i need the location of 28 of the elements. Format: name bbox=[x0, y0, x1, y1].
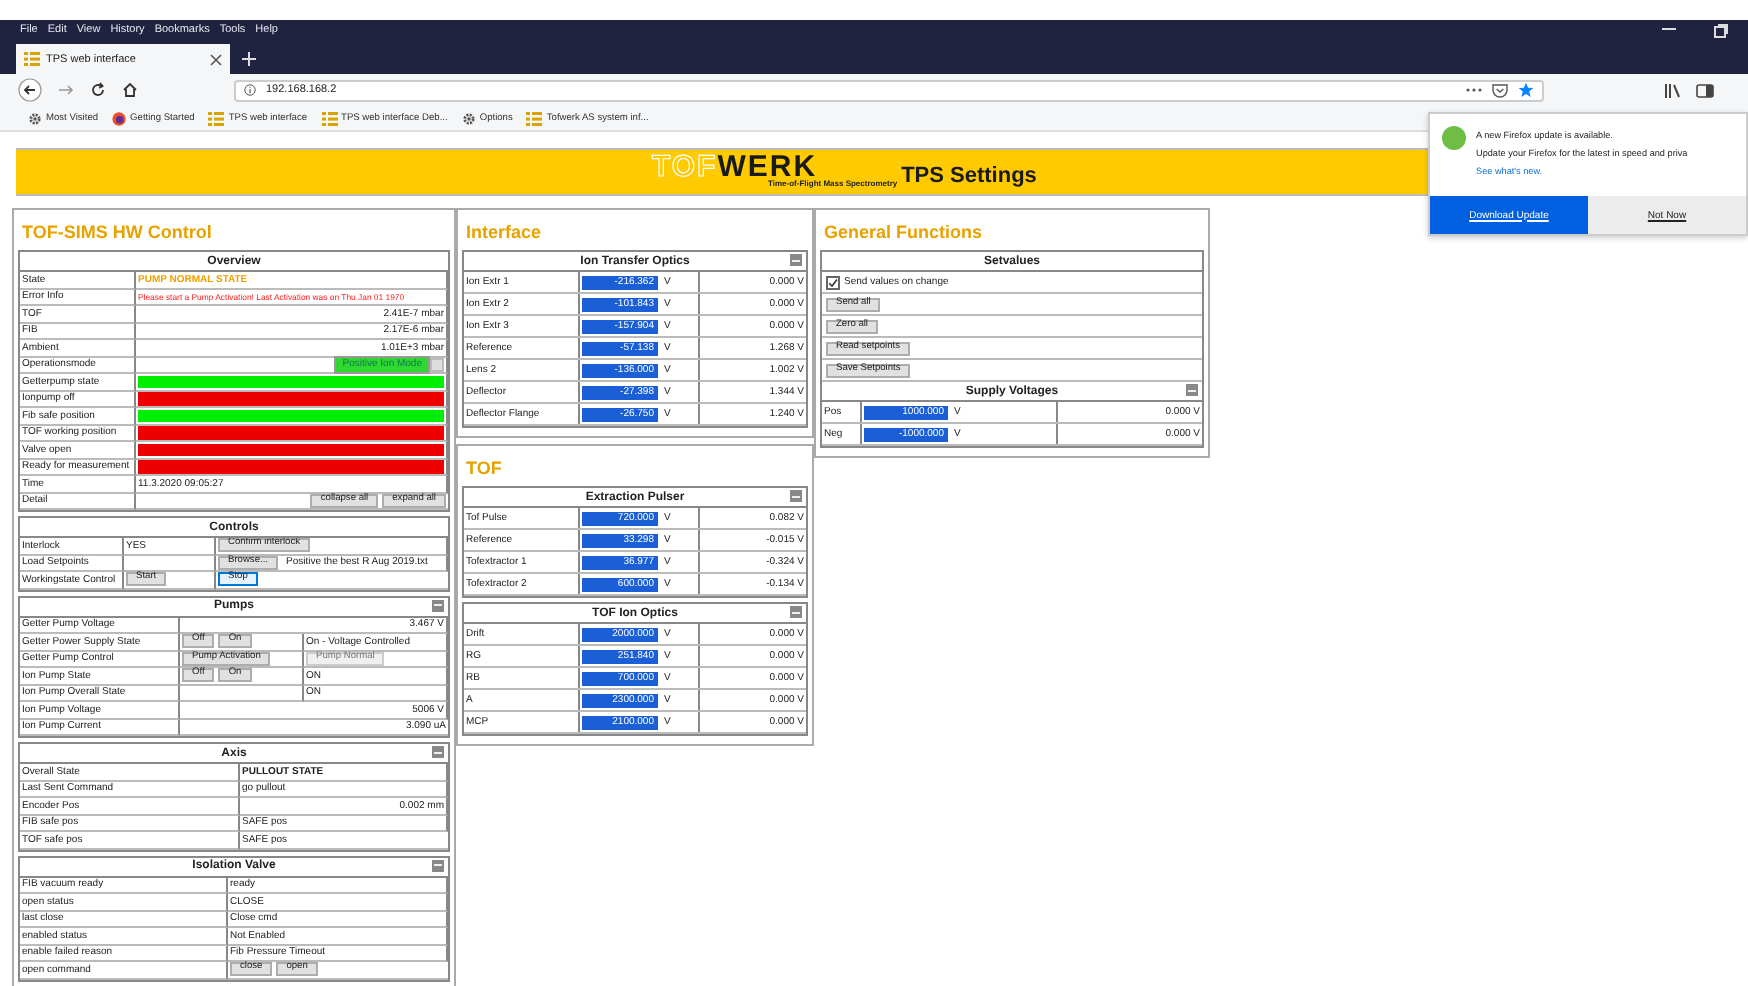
globe-icon bbox=[112, 111, 127, 125]
new-tab-icon[interactable] bbox=[242, 52, 256, 66]
star-icon[interactable] bbox=[1518, 82, 1534, 98]
forward-icon[interactable] bbox=[58, 84, 74, 96]
info-icon[interactable] bbox=[244, 84, 256, 96]
home-icon[interactable] bbox=[122, 82, 138, 98]
gear-icon bbox=[461, 111, 476, 125]
close-icon[interactable] bbox=[210, 53, 222, 65]
pocket-icon[interactable] bbox=[1492, 83, 1508, 97]
checkbox[interactable] bbox=[826, 275, 840, 289]
update-dot-icon bbox=[1442, 126, 1466, 150]
gear-icon bbox=[28, 111, 42, 125]
grid-icon bbox=[526, 111, 543, 125]
reload-icon[interactable] bbox=[90, 82, 106, 98]
panel-title: TOF-SIMS HW Control bbox=[20, 220, 214, 246]
logo-wordmark: TOFWERK bbox=[652, 152, 818, 182]
grid-icon bbox=[24, 52, 40, 66]
panel-title: General Functions bbox=[822, 220, 985, 246]
restore-icon[interactable] bbox=[1714, 23, 1728, 37]
grid-icon bbox=[208, 111, 225, 125]
library-icon[interactable] bbox=[1664, 83, 1680, 97]
grid-icon bbox=[321, 111, 338, 125]
back-icon[interactable] bbox=[18, 78, 42, 102]
minimize-icon[interactable] bbox=[1662, 28, 1676, 32]
sidebar-icon[interactable] bbox=[1696, 83, 1714, 97]
panel-title: Interface bbox=[464, 220, 544, 246]
page-title: TPS Settings bbox=[901, 164, 1037, 188]
panel-title: TOF bbox=[464, 456, 504, 482]
